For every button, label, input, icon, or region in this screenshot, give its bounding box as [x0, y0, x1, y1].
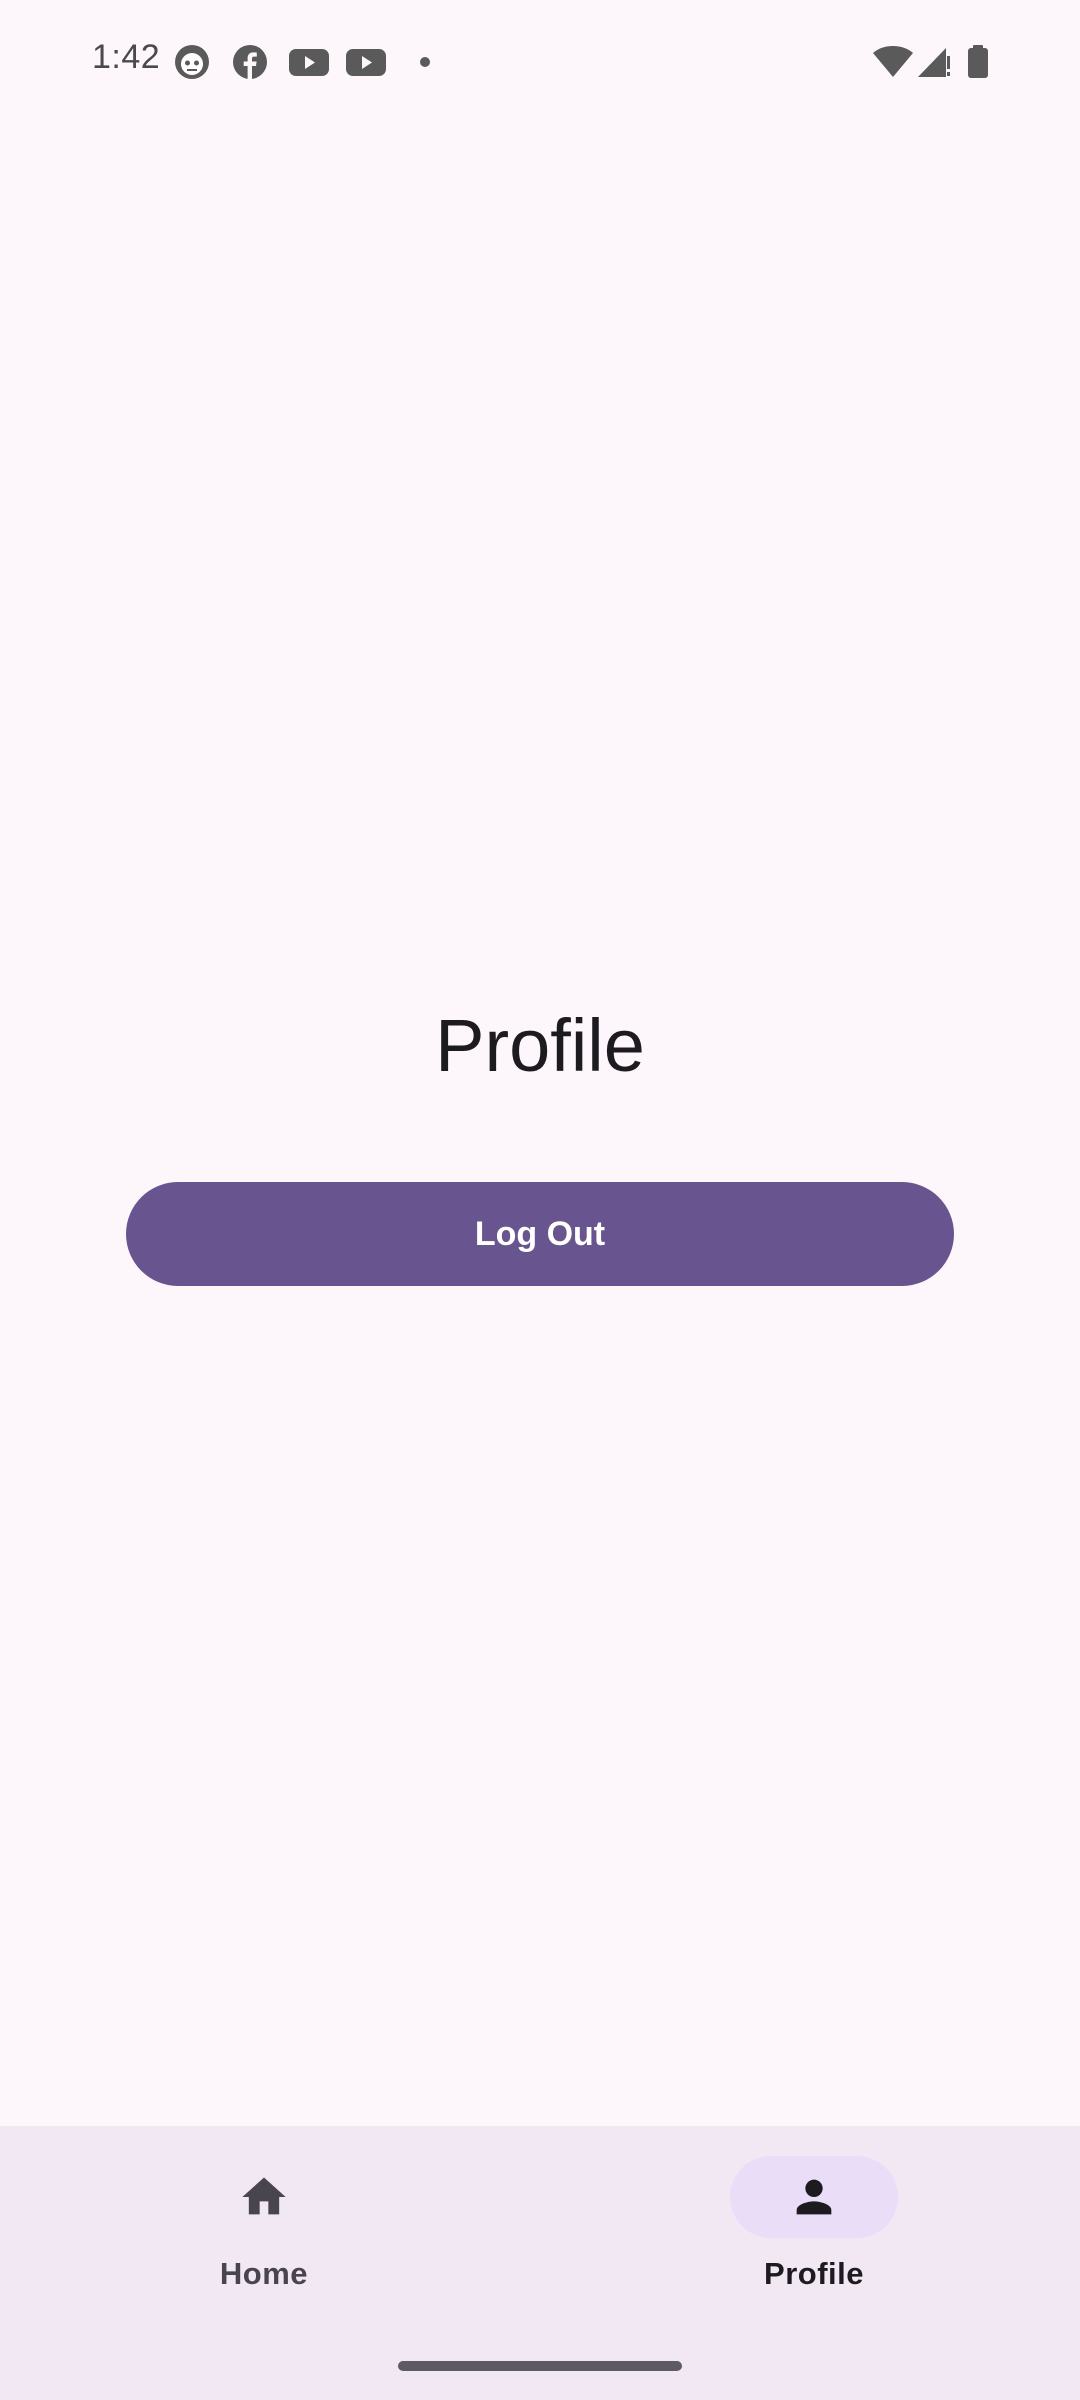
logout-button[interactable]: Log Out	[126, 1182, 954, 1286]
robot-face-icon	[175, 45, 209, 79]
facebook-icon	[233, 45, 267, 79]
wifi-icon	[873, 46, 913, 77]
nav-label-profile: Profile	[764, 2256, 864, 2291]
youtube-icon	[289, 49, 329, 76]
bottom-navigation-bar: Home Profile	[0, 2126, 1080, 2400]
home-icon	[242, 2177, 286, 2215]
page-title: Profile	[435, 1003, 645, 1087]
person-icon	[796, 2179, 832, 2215]
youtube-icon	[346, 49, 386, 76]
status-time: 1:42	[92, 38, 161, 76]
nav-item-home[interactable]: Home	[114, 2156, 414, 2306]
nav-item-profile[interactable]: Profile	[664, 2156, 964, 2306]
nav-label-home: Home	[219, 2256, 309, 2291]
status-bar: 1:42	[0, 0, 1080, 124]
gesture-navigation-handle[interactable]	[398, 2361, 682, 2371]
more-dot-icon	[420, 57, 430, 67]
battery-icon	[968, 45, 988, 78]
cellular-signal-icon	[918, 48, 950, 77]
